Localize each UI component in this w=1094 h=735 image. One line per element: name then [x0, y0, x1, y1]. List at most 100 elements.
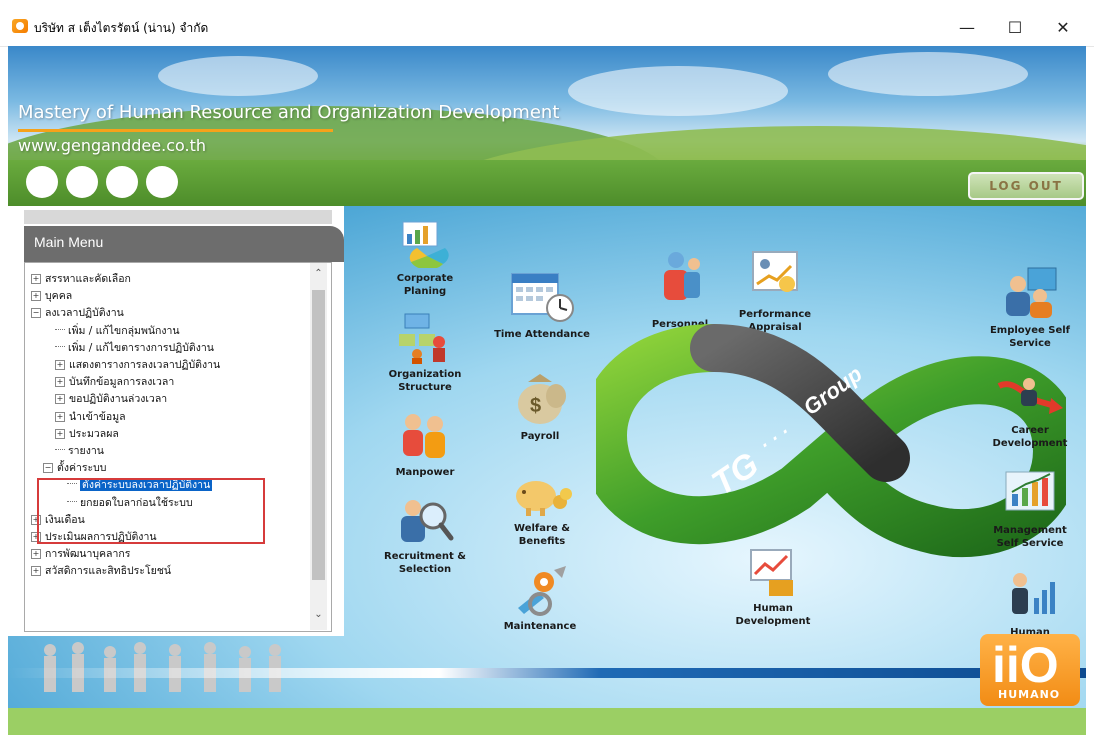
- menu-tree[interactable]: + สรรหาและคัดเลือก + บุคคล − ลงเวลาปฏิบัติงาน…: [24, 262, 332, 632]
- org-chart-icon: [399, 313, 445, 364]
- tree-expander-icon[interactable]: +: [55, 394, 65, 405]
- module-maintenance[interactable]: Maintenance: [495, 564, 585, 633]
- module-label: Organization Structure: [388, 369, 462, 393]
- module-label: Management Self Service: [993, 525, 1067, 549]
- tree-expander-icon[interactable]: +: [31, 274, 41, 284]
- module-career-development[interactable]: Career Development: [984, 368, 1076, 450]
- module-label: Employee Self Service: [989, 325, 1071, 349]
- menu-item-label: รายงาน: [68, 445, 104, 457]
- humano-logo: iiO HUMANO: [980, 634, 1080, 706]
- module-organization-structure[interactable]: Organization Structure: [380, 312, 470, 394]
- module-corporate-planing[interactable]: Corporate Planing: [380, 218, 470, 298]
- menu-item[interactable]: + สวัสดิการและสิทธิประโยชน์: [31, 563, 171, 580]
- close-button[interactable]: ✕: [1040, 12, 1086, 42]
- menu-item[interactable]: − ตั้งค่าระบบ: [43, 460, 106, 477]
- menu-item[interactable]: + บุคคล: [31, 288, 72, 305]
- tree-expander-icon[interactable]: +: [55, 428, 65, 439]
- module-label: Maintenance: [503, 621, 577, 632]
- humano-logo-text: HUMANO: [998, 688, 1061, 701]
- tree-expander-icon[interactable]: −: [43, 463, 53, 474]
- module-label: Time Attendance: [494, 329, 590, 340]
- tree-expander-icon[interactable]: +: [55, 360, 65, 370]
- menu-item-label: ลงเวลาปฏิบัติงาน: [45, 307, 124, 320]
- app-logo-icon: [12, 19, 28, 33]
- pie-chart-icon: [402, 221, 449, 270]
- maximize-button[interactable]: ☐: [992, 12, 1038, 42]
- appraisal-chart-icon: [752, 251, 798, 292]
- management-chart-icon: [1005, 471, 1055, 511]
- menu-item-label: นำเข้าข้อมูล: [69, 410, 126, 423]
- magnifier-person-icon: [401, 500, 454, 542]
- menu-item-label: สรรหาและคัดเลือก: [45, 273, 131, 285]
- menu-item-label: บันทึกข้อมูลการลงเวลา: [69, 376, 175, 389]
- menu-item-label: เพิ่ม / แก้ไขกลุ่มพนักงาน: [68, 324, 180, 337]
- money-bag-icon: $: [518, 374, 566, 424]
- menu-topbar: [24, 210, 332, 224]
- banner-website: www.genganddee.co.th: [18, 136, 207, 155]
- header-banner: Mastery of Human Resource and Organizati…: [8, 46, 1086, 168]
- wrench-gear-icon: [518, 566, 566, 616]
- menu-scroll-thumb[interactable]: [312, 290, 325, 580]
- people-group-icon: [403, 414, 445, 458]
- nav-circle-4[interactable]: [146, 166, 178, 198]
- banner-underline: [18, 129, 333, 132]
- annotation-highlight-box: [37, 478, 265, 544]
- tree-expander-icon[interactable]: +: [55, 377, 65, 388]
- module-label: Human Development: [735, 603, 811, 627]
- nav-circle-3[interactable]: [106, 166, 138, 198]
- scroll-up-icon[interactable]: ⌃: [310, 264, 327, 282]
- person-icon: [664, 252, 700, 300]
- module-human[interactable]: Human: [984, 570, 1076, 639]
- module-manpower[interactable]: Manpower: [380, 410, 470, 479]
- tree-expander-icon[interactable]: +: [31, 291, 41, 302]
- module-employee-self-service[interactable]: Employee Self Service: [984, 266, 1076, 350]
- menu-item[interactable]: − ลงเวลาปฏิบัติงาน: [31, 305, 124, 322]
- menu-item[interactable]: รายงาน: [55, 443, 104, 460]
- tree-connector: [55, 328, 65, 330]
- module-label: Welfare & Benefits: [514, 523, 570, 547]
- calendar-clock-icon: [511, 273, 574, 322]
- module-label: Payroll: [520, 431, 560, 442]
- nav-circle-2[interactable]: [66, 166, 98, 198]
- banner-title: Mastery of Human Resource and Organizati…: [18, 102, 560, 123]
- module-payroll[interactable]: $ Payroll: [495, 370, 585, 443]
- logout-button[interactable]: LOG OUT: [968, 172, 1084, 200]
- menu-item[interactable]: + นำเข้าข้อมูล: [55, 409, 126, 426]
- module-welfare-benefits[interactable]: Welfare & Benefits: [492, 470, 592, 548]
- menu-item[interactable]: เพิ่ม / แก้ไขกลุ่มพนักงาน: [55, 323, 180, 340]
- piggy-bank-icon: [516, 481, 572, 516]
- menu-item[interactable]: + บันทึกข้อมูลการลงเวลา: [55, 374, 174, 391]
- module-recruitment-selection[interactable]: Recruitment & Selection: [380, 494, 470, 576]
- menu-item[interactable]: + ประมวลผล: [55, 426, 119, 443]
- menu-header-label: Main Menu: [34, 234, 104, 250]
- scroll-down-icon[interactable]: ⌄: [310, 605, 327, 623]
- tree-expander-icon[interactable]: +: [31, 566, 41, 577]
- menu-item-label: ประมวลผล: [69, 427, 119, 440]
- career-arrow-icon: [997, 378, 1063, 414]
- menu-item-label: บุคคล: [45, 290, 73, 303]
- module-human-development[interactable]: Human Development: [728, 546, 818, 628]
- footer-streak: [8, 668, 1086, 678]
- menu-item[interactable]: + สรรหาและคัดเลือก: [31, 271, 131, 288]
- tree-expander-icon[interactable]: +: [55, 411, 65, 422]
- window-title: บริษัท ส เต็งไตรรัตน์ (น่าน) จำกัด: [34, 21, 209, 35]
- menu-item-label: ขอปฏิบัติงานล่วงเวลา: [69, 393, 168, 406]
- tree-expander-icon[interactable]: +: [31, 549, 41, 560]
- nav-circle-1[interactable]: [26, 166, 58, 198]
- module-time-attendance[interactable]: Time Attendance: [492, 270, 592, 341]
- tree-expander-icon[interactable]: −: [31, 308, 41, 319]
- menu-item[interactable]: + ขอปฏิบัติงานล่วงเวลา: [55, 391, 167, 408]
- window-title-bar: บริษัท ส เต็งไตรรัตน์ (น่าน) จำกัด — ☐ ✕: [0, 0, 1094, 47]
- menu-item[interactable]: + แสดงตารางการลงเวลาปฏิบัติงาน: [55, 357, 220, 374]
- minimize-button[interactable]: —: [944, 12, 990, 42]
- module-management-self-service[interactable]: Management Self Service: [984, 470, 1076, 550]
- menu-item[interactable]: เพิ่ม / แก้ไขตารางการปฏิบัติงาน: [55, 340, 214, 357]
- tree-connector: [55, 449, 65, 450]
- footer-bar: [8, 708, 1086, 735]
- menu-item[interactable]: + การพัฒนาบุคลากร: [31, 546, 130, 563]
- module-label: Corporate Planing: [396, 273, 454, 297]
- svg-text:$: $: [530, 395, 541, 417]
- menu-item-label: สวัสดิการและสิทธิประโยชน์: [45, 565, 172, 578]
- module-label: Manpower: [395, 467, 455, 478]
- menu-item-label: แสดงตารางการลงเวลาปฏิบัติงาน: [69, 359, 221, 371]
